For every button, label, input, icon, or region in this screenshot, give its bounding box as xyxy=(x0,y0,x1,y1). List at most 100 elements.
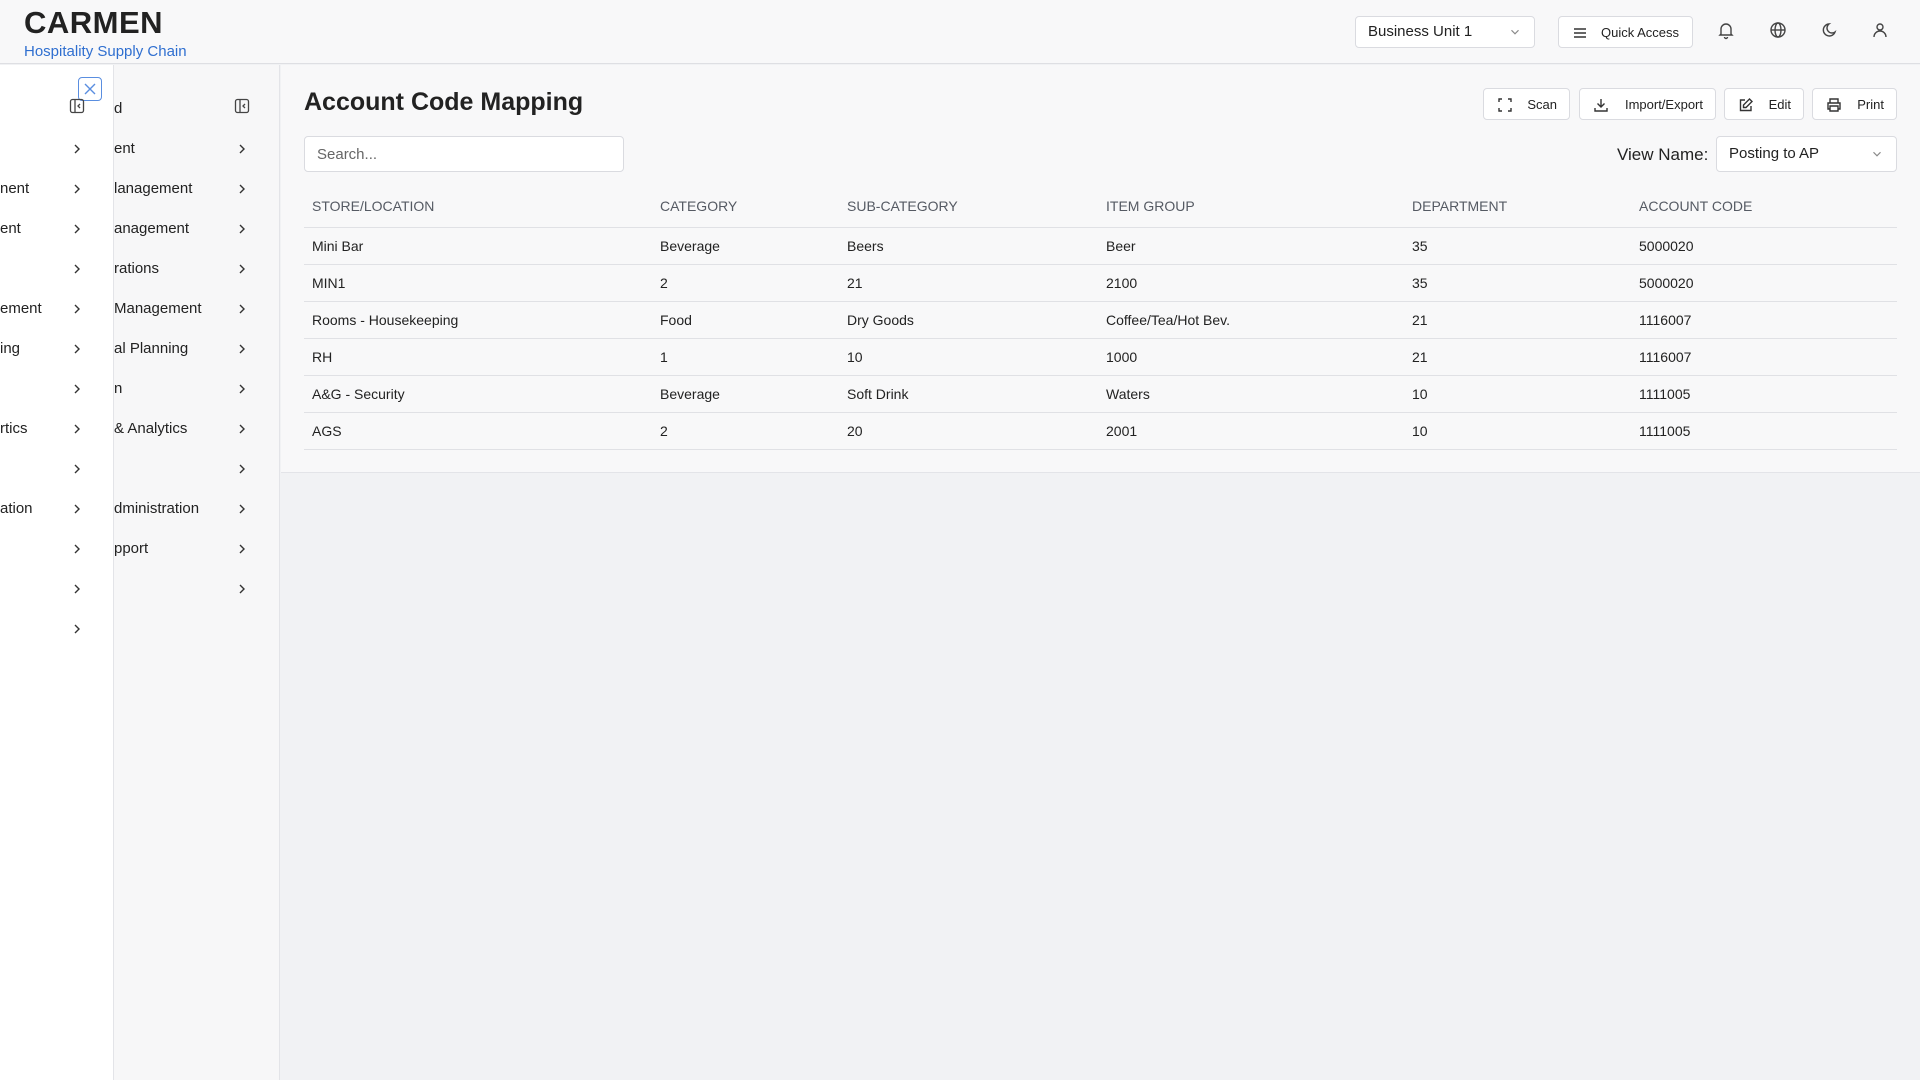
sidebar-outer-item[interactable] xyxy=(0,256,113,282)
sidebar-inner-item-label: d xyxy=(114,100,123,117)
sidebar-inner-item[interactable]: n xyxy=(114,376,279,402)
chevron-right-icon xyxy=(239,144,245,154)
sidebar-inner-item[interactable]: Management xyxy=(114,296,279,322)
chevron-right-icon xyxy=(74,384,80,394)
sidebar-outer-item[interactable] xyxy=(0,456,113,482)
chevron-right-icon xyxy=(74,224,80,234)
table-cell: RH xyxy=(304,338,652,376)
bell-icon[interactable] xyxy=(1716,20,1736,40)
table-cell: Dry Goods xyxy=(839,301,1098,339)
business-unit-select[interactable]: Business Unit 1 xyxy=(1355,16,1535,48)
table-cell: 1116007 xyxy=(1631,301,1897,339)
chevron-right-icon xyxy=(239,424,245,434)
globe-icon[interactable] xyxy=(1768,20,1788,40)
sidebar-outer-item[interactable]: ement xyxy=(0,296,113,322)
chevron-right-icon xyxy=(74,344,80,354)
sidebar-outer-item[interactable] xyxy=(0,136,113,162)
table-cell: Beverage xyxy=(652,375,839,413)
sidebar-inner-item[interactable]: d xyxy=(114,96,279,122)
table-cell: 1 xyxy=(652,338,839,376)
column-header[interactable]: DEPARTMENT xyxy=(1404,185,1631,228)
sidebar-outer-item[interactable] xyxy=(0,616,113,642)
sidebar-inner-item[interactable]: anagement xyxy=(114,216,279,242)
table-row[interactable]: Rooms - Housekeeping Food Dry Goods Coff… xyxy=(304,301,1897,339)
sidebar-outer-item[interactable] xyxy=(0,536,113,562)
table-cell: 2001 xyxy=(1098,412,1404,450)
sidebar-outer-item-label: ation xyxy=(0,500,33,517)
table-row[interactable]: Mini Bar Beverage Beers Beer 35 5000020 xyxy=(304,227,1897,265)
sidebar-inner-item[interactable]: ent xyxy=(114,136,279,162)
chevron-right-icon xyxy=(74,504,80,514)
table-row[interactable]: A&G - Security Beverage Soft Drink Water… xyxy=(304,375,1897,413)
scan-label: Scan xyxy=(1527,97,1557,112)
quick-access-label: Quick Access xyxy=(1601,25,1680,40)
sidebar-collapse-icon[interactable] xyxy=(234,98,250,114)
view-name-select[interactable]: Posting to AP xyxy=(1716,136,1897,172)
chevron-down-icon xyxy=(1511,29,1519,35)
sidebar-inner-item[interactable]: al Planning xyxy=(114,336,279,362)
sidebar-outer-item[interactable]: ing xyxy=(0,336,113,362)
sidebar-inner-item[interactable]: rations xyxy=(114,256,279,282)
import-export-label: Import/Export xyxy=(1624,97,1703,112)
sidebar-inner-item[interactable]: dministration xyxy=(114,496,279,522)
table-cell: 5000020 xyxy=(1631,264,1897,302)
table-cell: Beers xyxy=(839,227,1098,265)
table-cell: 10 xyxy=(1404,412,1631,450)
sidebar-inner-item-label: pport xyxy=(114,540,149,557)
sidebar-inner-item-label: & Analytics xyxy=(114,420,188,437)
edit-button[interactable]: Edit xyxy=(1724,88,1804,120)
sidebar-outer-item[interactable] xyxy=(0,576,113,602)
chevron-right-icon xyxy=(239,304,245,314)
sidebar-outer-item[interactable] xyxy=(0,376,113,402)
sidebar-inner-item[interactable]: lanagement xyxy=(114,176,279,202)
scan-button[interactable]: Scan xyxy=(1483,88,1570,120)
account-code-table: STORE/LOCATION CATEGORY SUB-CATEGORY ITE… xyxy=(304,185,1897,450)
table-row[interactable]: AGS 2 20 2001 10 1111005 xyxy=(304,412,1897,450)
print-button[interactable]: Print xyxy=(1812,88,1897,120)
column-header[interactable]: ITEM GROUP xyxy=(1098,185,1404,228)
column-header[interactable]: ACCOUNT CODE xyxy=(1631,185,1897,228)
table-cell: Beverage xyxy=(652,227,839,265)
sidebar-outer-item[interactable]: ation xyxy=(0,496,113,522)
menu-icon xyxy=(1574,28,1586,38)
sidebar-outer-item[interactable]: rtics xyxy=(0,416,113,442)
quick-access-button[interactable]: Quick Access xyxy=(1558,16,1693,48)
table-cell: Soft Drink xyxy=(839,375,1098,413)
sidebar-outer-item-label: ement xyxy=(0,300,42,317)
sidebar-outer-item[interactable]: ent xyxy=(0,216,113,242)
chevron-right-icon xyxy=(74,184,80,194)
page-title: Account Code Mapping xyxy=(304,88,584,116)
table-cell: 21 xyxy=(839,264,1098,302)
sidebar-inner-item[interactable]: & Analytics xyxy=(114,416,279,442)
sidebar-inner-item[interactable] xyxy=(114,456,279,482)
sidebar-inner-item-label: Management xyxy=(114,300,202,317)
column-header[interactable]: STORE/LOCATION xyxy=(304,185,652,228)
chevron-right-icon xyxy=(239,544,245,554)
table-row[interactable]: MIN1 2 21 2100 35 5000020 xyxy=(304,264,1897,302)
column-header[interactable]: SUB-CATEGORY xyxy=(839,185,1098,228)
brand-subtitle: Hospitality Supply Chain xyxy=(24,43,187,60)
table-cell: 10 xyxy=(839,338,1098,376)
chevron-right-icon xyxy=(74,264,80,274)
sidebar-inner-item-label: anagement xyxy=(114,220,190,237)
sidebar-outer-item-label: ing xyxy=(0,340,21,357)
sidebar-outer-item-label: ent xyxy=(0,220,21,237)
column-header[interactable]: CATEGORY xyxy=(652,185,839,228)
view-name-value: Posting to AP xyxy=(1729,145,1820,162)
brand-logo[interactable]: CARMEN Hospitality Supply Chain xyxy=(24,6,187,61)
chevron-right-icon xyxy=(74,304,80,314)
import-export-button[interactable]: Import/Export xyxy=(1579,88,1716,120)
table-row[interactable]: RH 1 10 1000 21 1116007 xyxy=(304,338,1897,376)
sidebar-collapse-icon[interactable] xyxy=(69,98,85,114)
sidebar-inner-item[interactable] xyxy=(114,576,279,602)
sidebar-inner-item-label: al Planning xyxy=(114,340,189,357)
chevron-right-icon xyxy=(74,544,80,554)
edit-icon xyxy=(1739,98,1753,112)
search-input[interactable] xyxy=(304,136,624,172)
sidebar-outer-item[interactable]: nent xyxy=(0,176,113,202)
sidebar-inner-item-label: lanagement xyxy=(114,180,193,197)
moon-icon[interactable] xyxy=(1820,20,1840,40)
table-cell: 21 xyxy=(1404,301,1631,339)
sidebar-inner-item[interactable]: pport xyxy=(114,536,279,562)
user-icon[interactable] xyxy=(1870,20,1890,40)
